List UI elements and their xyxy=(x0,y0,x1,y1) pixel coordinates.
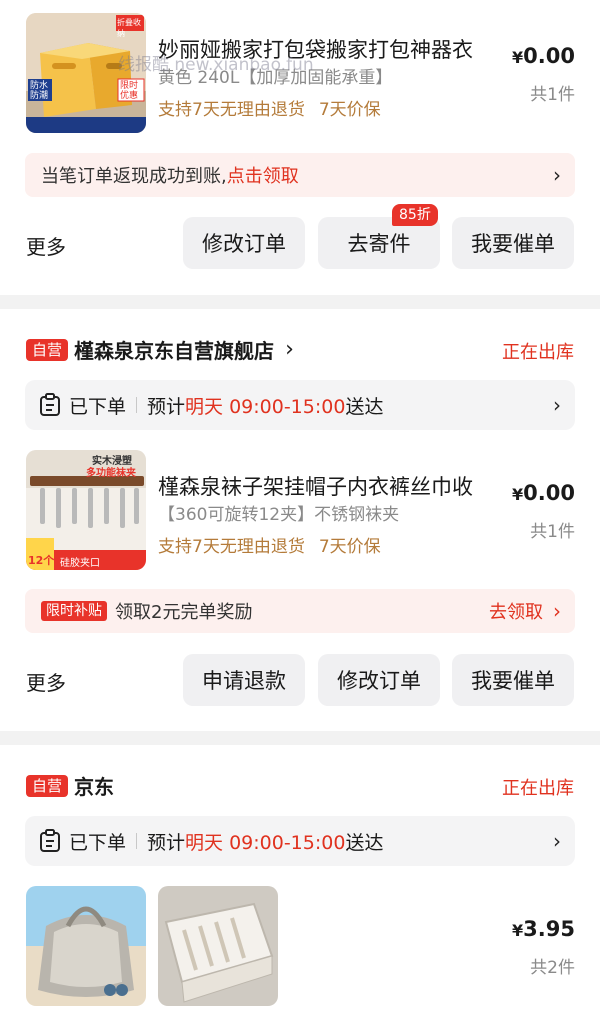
product-title[interactable]: 槿森泉袜子架挂帽子内衣裤丝巾收 xyxy=(158,471,493,501)
delivery-info[interactable]: 已下单 预计 明天 09:00-15:00 送达 › xyxy=(25,816,575,866)
watermark-text: 线报酷 new.xianbao.fun xyxy=(118,55,314,75)
product-guarantees: 支持7天无理由退货 7天价保 xyxy=(158,532,381,557)
product-image-storage-box[interactable] xyxy=(158,886,278,1006)
subsidy-banner[interactable]: 限时补贴 领取2元完单奖励 去领取 › xyxy=(25,589,575,633)
discount-badge: 85折 xyxy=(392,204,438,226)
order-status: 正在出库 xyxy=(502,778,574,799)
chevron-right-icon: › xyxy=(553,163,561,187)
product-image-sock-rack[interactable]: 实木浸塑 多功能袜夹 12个 硅胶夹口 xyxy=(26,450,146,570)
delivery-suffix: 送达 xyxy=(345,831,384,854)
modify-order-button[interactable]: 修改订单 xyxy=(183,217,305,269)
order-card-2: 自营 槿森泉京东自营旗舰店 › 正在出库 已下单 预计 明天 09:00-15:00… xyxy=(0,309,600,731)
chevron-right-icon: › xyxy=(285,337,294,362)
guarantee-return: 支持7天无理由退货 xyxy=(158,100,305,120)
price-value: 0.00 xyxy=(523,481,575,505)
order-card-1: 防水防潮 限时优惠 折叠收纳 妙丽娅搬家打包袋搬家打包神器衣 黄色 240L【加… xyxy=(0,0,600,295)
urge-order-button[interactable]: 我要催单 xyxy=(452,217,574,269)
guarantee-price-protect: 7天价保 xyxy=(318,100,381,120)
clipboard-icon xyxy=(40,829,60,852)
order-status: 正在出库 xyxy=(502,342,574,363)
more-link[interactable]: 更多 xyxy=(26,667,66,696)
delivery-status: 已下单 xyxy=(69,395,127,418)
self-operated-badge: 自营 xyxy=(26,774,69,797)
storage-box-illustration xyxy=(158,886,278,1006)
store-name[interactable]: 槿森泉京东自营旗舰店 xyxy=(74,339,274,363)
delivery-info[interactable]: 已下单 预计 明天 09:00-15:00 送达 › xyxy=(25,380,575,430)
chevron-right-icon: › xyxy=(553,599,561,623)
silver-bag-illustration xyxy=(26,886,146,1006)
product-qty: 共1件 xyxy=(530,85,575,105)
delivery-time: 明天 09:00-15:00 xyxy=(185,831,346,854)
divider xyxy=(136,397,138,413)
price-value: 3.95 xyxy=(523,917,575,941)
cashback-banner[interactable]: 当笔订单返现成功到账, 点击领取 › xyxy=(25,153,575,197)
delivery-time: 明天 09:00-15:00 xyxy=(185,395,346,418)
cashback-link[interactable]: 点击领取 xyxy=(227,162,299,188)
cashback-text: 当笔订单返现成功到账, xyxy=(41,166,227,187)
image-label: 防水防潮 xyxy=(30,81,49,101)
product-guarantees: 支持7天无理由退货 7天价保 xyxy=(158,95,381,120)
modify-order-button[interactable]: 修改订单 xyxy=(318,654,440,706)
delivery-status: 已下单 xyxy=(69,831,127,854)
subsidy-tag: 限时补贴 xyxy=(41,601,107,621)
product-image-silver-bag[interactable] xyxy=(26,886,146,1006)
order-qty: 共2件 xyxy=(530,958,575,978)
guarantee-price-protect: 7天价保 xyxy=(318,537,381,557)
currency-symbol: ¥ xyxy=(512,921,524,940)
subsidy-text: 领取2元完单奖励 xyxy=(115,602,253,623)
order-total-price: ¥3.95 xyxy=(495,917,575,941)
delivery-prefix: 预计 xyxy=(147,395,186,418)
currency-symbol: ¥ xyxy=(512,48,524,67)
chevron-right-icon: › xyxy=(553,393,561,417)
chevron-right-icon: › xyxy=(553,829,561,853)
product-price: ¥0.00 xyxy=(495,44,575,68)
request-refund-button[interactable]: 申请退款 xyxy=(183,654,305,706)
image-label: 限时优惠 xyxy=(120,81,139,101)
currency-symbol: ¥ xyxy=(512,485,524,504)
subsidy-link[interactable]: 去领取 xyxy=(489,598,543,624)
image-label: 多功能袜夹 xyxy=(86,468,136,479)
store-header[interactable]: 自营 京东 xyxy=(26,771,114,800)
divider xyxy=(136,833,138,849)
store-header[interactable]: 自营 槿森泉京东自营旗舰店 › xyxy=(26,335,294,364)
delivery-prefix: 预计 xyxy=(147,831,186,854)
product-qty: 共1件 xyxy=(530,522,575,542)
clipboard-icon xyxy=(40,393,60,416)
store-name[interactable]: 京东 xyxy=(74,775,114,799)
price-value: 0.00 xyxy=(523,44,575,68)
image-label: 12个 xyxy=(28,554,55,567)
image-label: 折叠收纳 xyxy=(117,18,141,38)
image-label: 硅胶夹口 xyxy=(60,558,100,569)
self-operated-badge: 自营 xyxy=(26,338,69,361)
product-spec: 【360可旋转12夹】不锈钢袜夹 xyxy=(158,505,400,525)
guarantee-return: 支持7天无理由退货 xyxy=(158,537,305,557)
delivery-suffix: 送达 xyxy=(345,395,384,418)
more-link[interactable]: 更多 xyxy=(26,231,66,260)
order-card-3: 自营 京东 正在出库 已下单 预计 明天 09:00-15:00 送达 › ¥3… xyxy=(0,745,600,1017)
urge-order-button[interactable]: 我要催单 xyxy=(452,654,574,706)
product-price: ¥0.00 xyxy=(495,481,575,505)
